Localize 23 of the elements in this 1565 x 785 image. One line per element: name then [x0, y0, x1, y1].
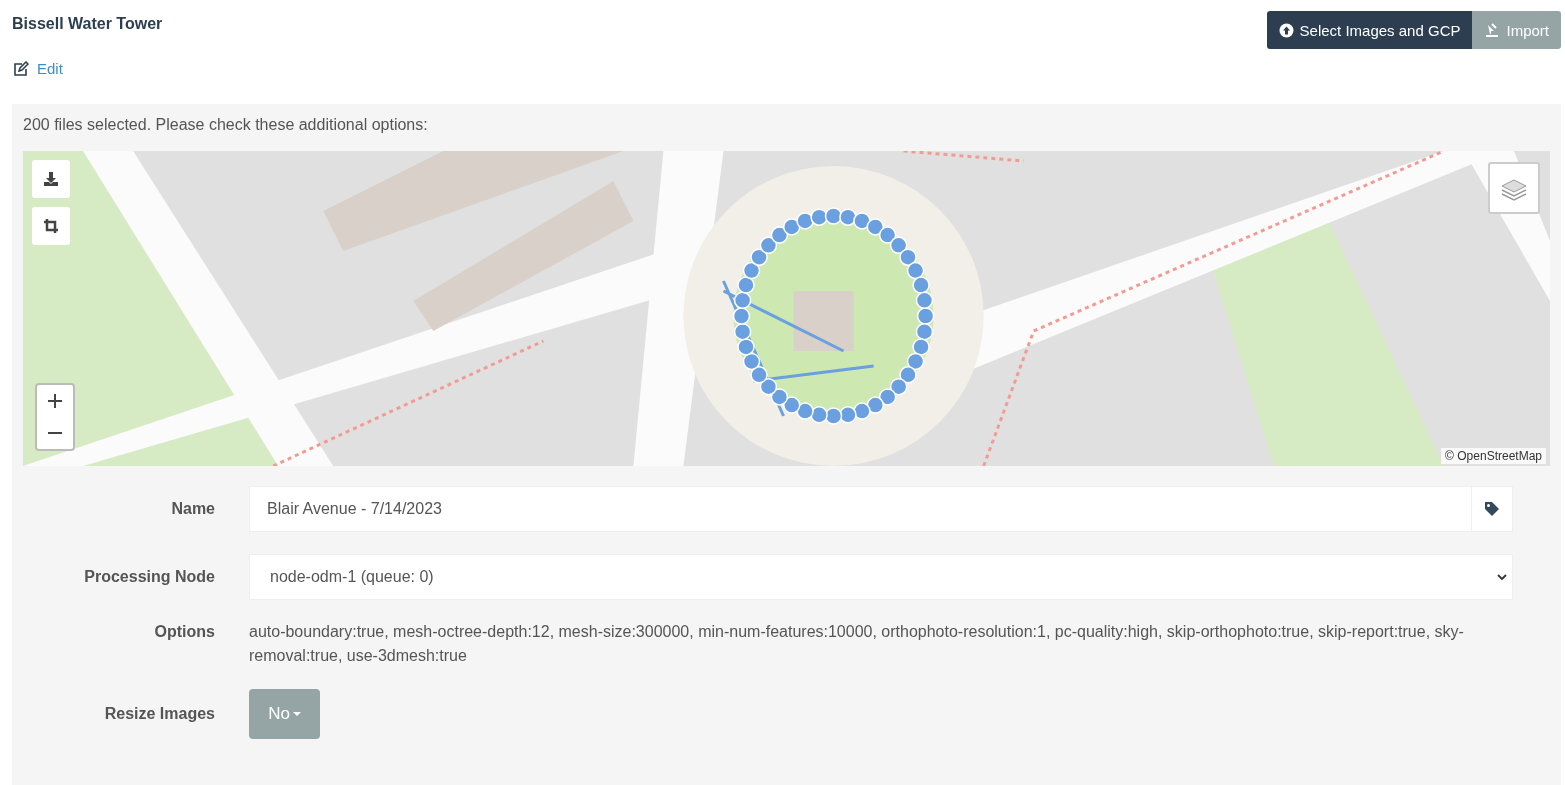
map-attribution: © OpenStreetMap — [1441, 448, 1546, 464]
field-label: Options — [153, 622, 216, 642]
select-images-button[interactable]: Select Images and GCP — [1266, 11, 1473, 49]
chevron-down-icon — [1497, 573, 1507, 581]
edit-link[interactable]: Edit — [12, 60, 163, 77]
caret-icon — [292, 712, 301, 716]
edit-icon — [12, 60, 29, 77]
project-title: Bissell Water Tower — [12, 15, 163, 33]
field-label: Processing Node — [83, 567, 216, 587]
tag-icon — [1484, 501, 1500, 517]
field-label: Resize Images — [103, 704, 216, 724]
field-label: Name — [170, 499, 216, 519]
upload-icon — [1278, 22, 1294, 38]
import-icon — [1484, 22, 1501, 38]
name-field[interactable]: Blair Avenue - 7/14/2023 — [249, 486, 1513, 532]
files-selected-message: 200 files selected. Please check these additional options: — [23, 116, 429, 135]
plus-icon — [48, 394, 62, 408]
crop-button[interactable] — [32, 207, 70, 245]
crop-icon — [43, 218, 59, 234]
options-text: auto-boundary:true, mesh-octree-depth:12, mesh-size:300000, min-num-features:10000, orthophoto-resolution:1, pc-quality:high, skip-orthophoto:true, skip-report:true, sky-removal:true, use-3dmesh:true — [249, 622, 1465, 666]
download-button[interactable] — [32, 160, 70, 198]
download-icon — [43, 171, 59, 187]
processing-node-select[interactable]: node-odm-1 (queue: 0) — [249, 554, 1513, 600]
